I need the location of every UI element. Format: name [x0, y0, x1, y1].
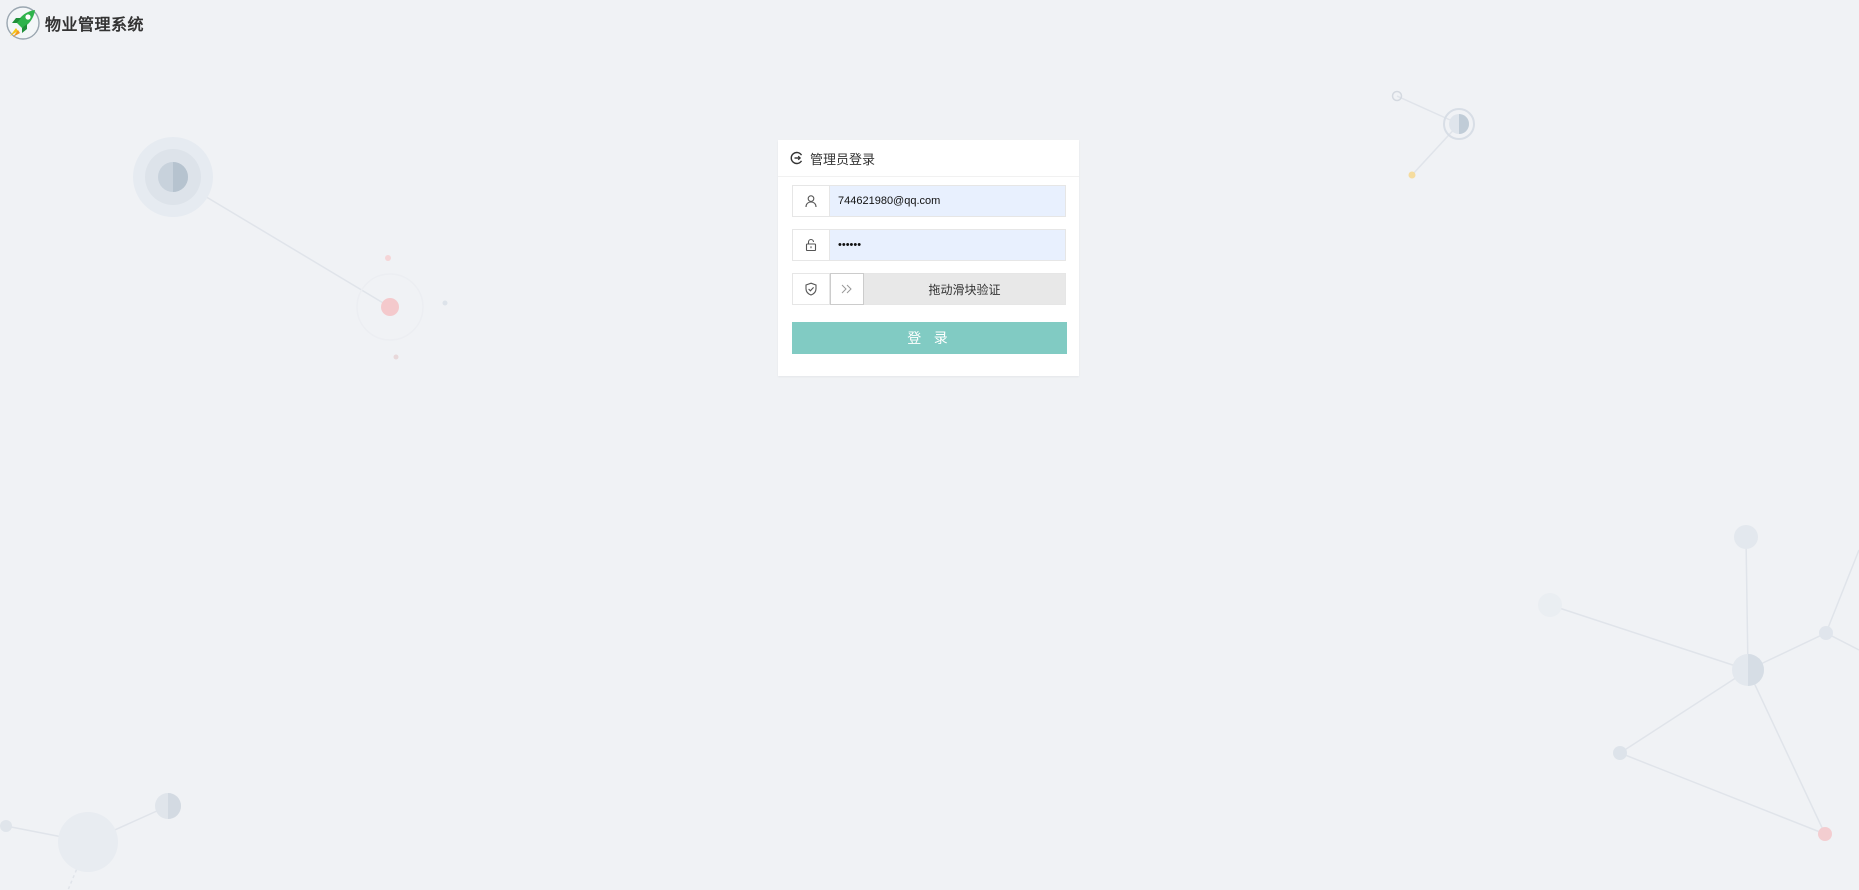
background-network-decoration [0, 90, 1859, 890]
user-icon [805, 195, 817, 208]
verify-icon-box [792, 273, 830, 305]
login-title: 管理员登录 [810, 152, 876, 168]
app-title: 物业管理系统 [45, 15, 145, 34]
username-input[interactable] [830, 185, 1066, 217]
username-icon-box [792, 185, 830, 217]
login-refresh-icon [790, 151, 803, 165]
slider-label: 拖动滑块验证 [928, 282, 1001, 297]
shield-check-icon [805, 282, 817, 296]
slider-verify-row: 拖动滑块验证 [792, 273, 1066, 305]
login-card: 管理员登录 744621980@qq.com 拖动滑块验证 登 录 [778, 140, 1079, 376]
slider-track[interactable]: 拖动滑块验证 [830, 273, 1066, 305]
username-field-row [792, 185, 1066, 217]
login-button[interactable]: 登 录 [792, 322, 1067, 354]
rocket-icon [6, 6, 40, 40]
slider-handle[interactable] [830, 273, 864, 305]
login-form: 拖动滑块验证 登 录 [778, 177, 1079, 354]
double-chevron-right-icon [841, 284, 852, 294]
password-icon-box [792, 229, 830, 261]
lock-icon [805, 238, 817, 252]
password-input[interactable] [830, 229, 1066, 261]
login-card-header: 管理员登录 [778, 140, 1079, 177]
app-logo: 物业管理系统 [6, 6, 144, 40]
password-field-row [792, 229, 1066, 261]
